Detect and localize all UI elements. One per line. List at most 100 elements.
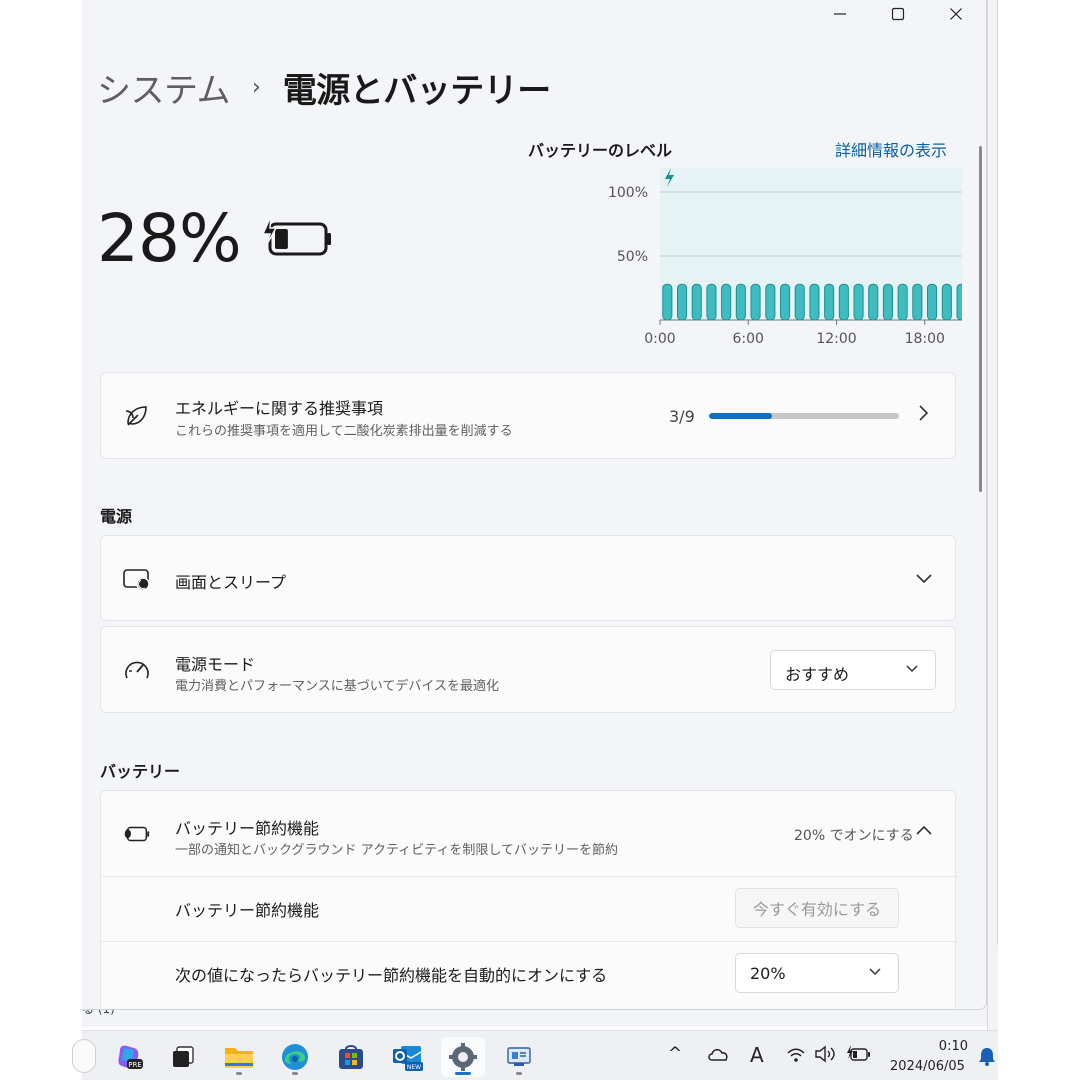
svg-text:NEW: NEW [407,1064,421,1071]
power-mode-value: おすすめ [785,665,850,684]
settings-app-button[interactable] [441,1037,485,1077]
battery-charging-icon [262,216,331,256]
screen-sleep-card[interactable]: 画面とスリープ [100,535,956,621]
energy-recommendations-card[interactable]: エネルギーに関する推奨事項 これらの推奨事項を適用して二酸化炭素排出量を削減する… [100,372,956,459]
screen-sleep-title: 画面とスリープ [175,573,287,592]
copilot-app-button[interactable]: PRE [107,1037,151,1077]
scrollbar[interactable] [979,146,982,492]
chart-x-tick-label: 6:00 [733,331,764,347]
power-section-heading: 電源 [100,507,133,526]
battery-saver-title: バッテリー節約機能 [175,819,320,838]
energy-subtitle: これらの推奨事項を適用して二酸化炭素排出量を削減する [175,424,513,439]
energy-title: エネルギーに関する推奨事項 [175,399,384,418]
chart-bar [868,283,879,321]
breadcrumb-parent-link[interactable]: システム [97,63,230,112]
leaf-icon [123,402,151,430]
energy-progress-bar [709,413,899,419]
screen-sleep-icon [123,565,151,593]
control-panel-icon [507,1047,531,1066]
maximize-button[interactable] [869,0,927,28]
minimize-icon [834,13,846,15]
chevron-right-icon [917,404,929,427]
close-button[interactable] [927,0,985,28]
battery-percentage: 28% [97,200,242,277]
onedrive-icon[interactable] [706,1045,730,1068]
battery-level-chart-title: バッテリーのレベル [528,141,673,160]
edge-icon [282,1044,308,1070]
tray-overflow-chevron-icon[interactable]: ^ [668,1044,682,1064]
chart-bar [691,283,702,321]
battery-tray-icon[interactable] [846,1045,872,1068]
chart-x-tick-label: 18:00 [905,331,945,347]
chevron-down-icon [868,962,882,980]
battery-saver-threshold-dropdown[interactable]: 20% [735,953,899,993]
chart-bar [927,283,938,321]
search-box-edge[interactable] [72,1039,96,1073]
chart-bar [780,283,791,321]
task-view-button[interactable] [161,1037,205,1077]
battery-saver-card: バッテリー節約機能 一部の通知とバックグラウンド アクティビティを制限してバッテ… [100,790,957,1009]
running-indicator [516,1072,522,1075]
close-icon [950,8,962,20]
wifi-icon[interactable] [786,1046,806,1069]
battery-saver-threshold-value: 20% [750,964,786,983]
battery-saver-status: 20% でオンにする [794,828,914,844]
minimize-button[interactable] [811,0,869,28]
notification-bell-icon[interactable] [978,1046,996,1070]
chart-bar [677,283,688,321]
chart-bar [897,283,908,321]
chart-bar [765,283,776,321]
speedometer-icon [123,656,151,684]
battery-saver-icon [123,820,151,848]
chevron-up-icon [915,821,933,842]
chart-bar [750,283,761,321]
running-indicator [292,1072,298,1075]
power-mode-dropdown[interactable]: おすすめ [770,650,936,690]
file-explorer-button[interactable] [217,1037,261,1077]
chart-bar [853,283,864,321]
enable-now-button[interactable]: 今すぐ有効にする [735,888,899,928]
running-indicator [236,1072,242,1075]
chevron-down-icon [915,568,933,589]
chevron-down-icon [905,659,919,677]
details-link[interactable]: 詳細情報の表示 [835,137,947,161]
battery-saver-now-label: バッテリー節約機能 [175,901,320,920]
battery-section-heading: バッテリー [100,762,181,781]
chart-bar [882,283,893,321]
chart-x-tick-label: 0:00 [644,331,675,347]
breadcrumb-separator-icon: › [251,74,261,100]
outlook-button[interactable]: NEW [385,1037,429,1077]
chart-bar [735,283,746,321]
chart-bar [912,283,923,321]
chart-x-tick-label: 12:00 [816,331,856,347]
battery-saver-subtitle: 一部の通知とバックグラウンド アクティビティを制限してバッテリーを節約 [175,843,619,858]
edge-button[interactable] [273,1037,317,1077]
volume-icon[interactable] [814,1045,836,1068]
store-button[interactable] [329,1037,373,1077]
svg-text:PRE: PRE [128,1061,142,1069]
file-explorer-icon [225,1048,253,1068]
chart-bar [838,283,849,321]
energy-count: 3/9 [669,407,695,426]
settings-icon [449,1043,477,1071]
chart-y-tick-label: 50% [617,249,648,265]
background-window-border [997,0,998,945]
chart-bar [662,283,673,321]
copilot-icon: PRE [118,1045,143,1069]
chart-y-tick-label: 100% [608,185,648,201]
chart-bar [824,283,835,321]
power-mode-subtitle: 電力消費とパフォーマンスに基づいてデバイスを最適化 [175,679,499,694]
settings-window: システム › 電源とバッテリー 28% バッテリーのレベル 詳細情報の表示 10… [82,0,987,1010]
chart-bar [706,283,717,321]
battery-saver-header[interactable]: バッテリー節約機能 一部の通知とバックグラウンド アクティビティを制限してバッテ… [101,791,957,877]
clock-time[interactable]: 0:10 [922,1039,968,1054]
energy-progress-fill [709,413,773,419]
power-mode-card: 電源モード 電力消費とパフォーマンスに基づいてデバイスを最適化 おすすめ [100,626,956,713]
control-panel-button[interactable] [497,1037,541,1077]
active-indicator [455,1072,471,1075]
clock-date[interactable]: 2024/06/05 [890,1059,965,1074]
breadcrumb: システム › 電源とバッテリー [97,62,551,112]
battery-level-chart: 100%50%0:006:0012:0018:000:00 [608,168,962,347]
ime-indicator[interactable]: A [750,1043,764,1067]
task-view-icon [173,1046,194,1067]
